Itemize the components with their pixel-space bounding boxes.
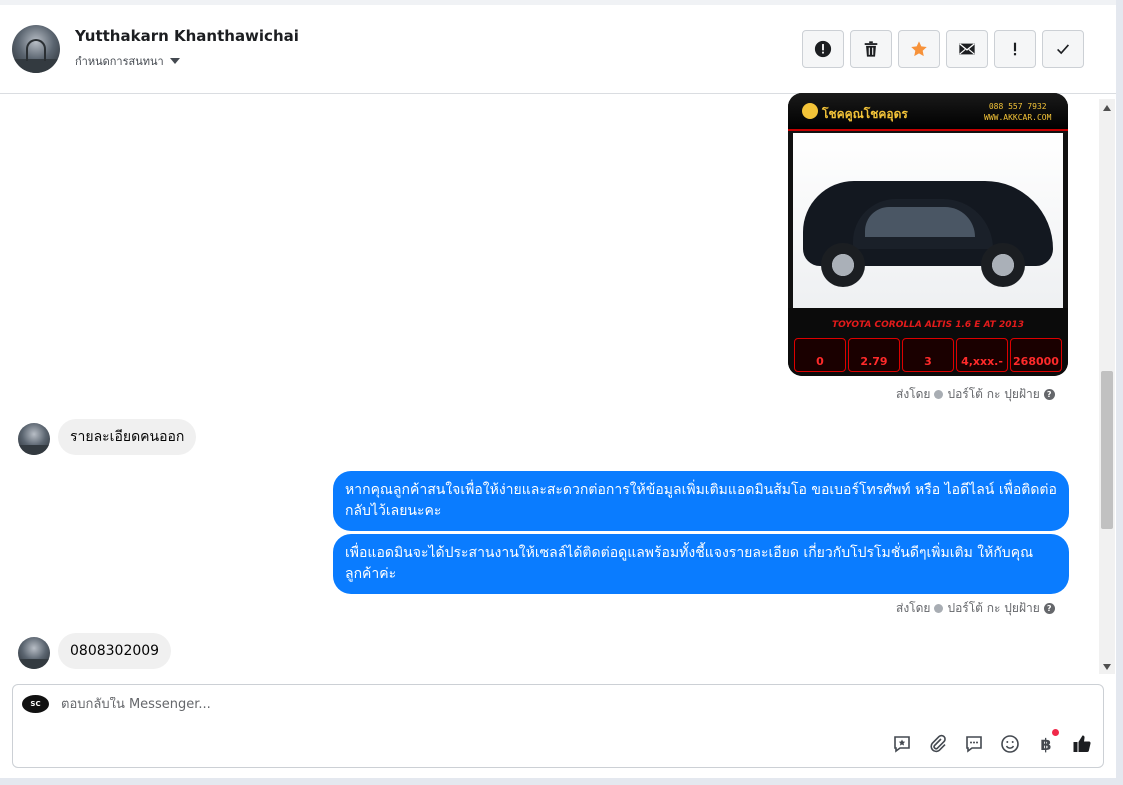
scroll-up-arrow-icon[interactable] [1103, 105, 1111, 111]
delete-button[interactable] [850, 30, 892, 68]
car-window [865, 207, 975, 237]
chat-star-icon [894, 736, 910, 753]
spec-value: 268000 [1013, 355, 1059, 368]
mark-unread-button[interactable] [946, 30, 988, 68]
verified-icon [934, 390, 944, 399]
notification-dot [1052, 729, 1059, 736]
car-ad-banner: โชคคูณโชคอุดร 088 557 7932 WWW.AKKCAR.CO… [788, 93, 1068, 131]
dealer-phone: 088 557 7932 [988, 102, 1047, 111]
spec-value: 3 [924, 355, 932, 368]
assign-label: กำหนดการสนทนา [75, 55, 164, 68]
verified-icon [934, 604, 944, 613]
car-ad-info: TOYOTA COROLLA ALTIS 1.6 E AT 2013 0 2.7… [788, 308, 1068, 376]
baht-icon: ฿ [1040, 734, 1052, 754]
scroll-down-arrow-icon[interactable] [1103, 664, 1111, 670]
sent-by-info: ส่งโดย ปอร์โต้ กะ ปุยฝ้าย ? [896, 599, 1055, 618]
contact-name[interactable]: Yutthakarn Khanthawichai [75, 27, 299, 45]
scroll-thumb[interactable] [1101, 371, 1113, 529]
thumbs-up-icon [1073, 735, 1091, 753]
spec-box: 268000 [1010, 338, 1062, 372]
done-button[interactable] [1042, 30, 1084, 68]
paperclip-icon [930, 734, 946, 753]
messages-scrollbar[interactable] [1099, 99, 1115, 674]
spec-box: 3 [902, 338, 954, 372]
composer-tools: ฿ [891, 729, 1093, 755]
sent-by-label: ส่งโดย [896, 387, 931, 401]
car-photo [793, 133, 1063, 308]
car-ad-image[interactable]: โชคคูณโชคอุดร 088 557 7932 WWW.AKKCAR.CO… [788, 93, 1068, 376]
conversation-header: Yutthakarn Khanthawichai กำหนดการสนทนา [0, 5, 1116, 94]
page-avatar: SC [22, 695, 49, 713]
spec-value: 2.79 [860, 355, 888, 368]
star-icon [911, 41, 927, 57]
sender-name[interactable]: ปอร์โต้ กะ ปุยฝ้าย [947, 385, 1039, 404]
attach-button[interactable] [927, 733, 949, 755]
contact-avatar-small[interactable] [18, 423, 50, 455]
exclamation-circle-icon [814, 40, 832, 58]
sent-by-info: ส่งโดย ปอร์โต้ กะ ปุยฝ้าย ? [896, 385, 1055, 404]
avatar-ground [18, 659, 50, 669]
outgoing-message[interactable]: เพื่อแอดมินจะได้ประสานงานให้เซลล์ได้ติดต… [333, 534, 1069, 594]
checkmark-icon [1057, 44, 1070, 55]
smiley-icon [1001, 735, 1019, 753]
follow-up-button[interactable] [994, 30, 1036, 68]
car-wheel-rear [981, 243, 1025, 287]
dealer-website: WWW.AKKCAR.COM [984, 113, 1052, 122]
spec-box: 2.79 [848, 338, 900, 372]
contact-avatar[interactable] [12, 25, 60, 73]
dealer-logo-text: โชคคูณโชคอุดร [822, 107, 908, 121]
help-icon[interactable]: ? [1043, 389, 1055, 400]
exclamation-icon [1013, 42, 1017, 56]
star-button[interactable] [898, 30, 940, 68]
reply-composer: SC ตอบกลับใน Messenger... ฿ [12, 684, 1104, 768]
avatar-arch [26, 39, 46, 61]
envelope-icon [959, 43, 975, 55]
chat-dots-icon [966, 736, 982, 753]
incoming-message[interactable]: รายละเอียดคนออก [58, 419, 197, 455]
spam-button[interactable] [802, 30, 844, 68]
header-actions [802, 30, 1084, 68]
help-icon[interactable]: ? [1043, 603, 1055, 614]
quick-reply-button[interactable] [963, 733, 985, 755]
spec-box: 0 [794, 338, 846, 372]
emoji-button[interactable] [999, 733, 1021, 755]
spec-value: 4,xxx.- [961, 355, 1003, 368]
spec-box: 4,xxx.- [956, 338, 1008, 372]
reply-input[interactable] [61, 697, 961, 712]
avatar-ground [18, 445, 50, 455]
conversation-panel: Yutthakarn Khanthawichai กำหนดการสนทนา โ… [0, 0, 1116, 778]
incoming-message[interactable]: 0808302009 [58, 633, 172, 669]
assign-conversation-dropdown[interactable]: กำหนดการสนทนา [75, 52, 180, 70]
contact-avatar-small[interactable] [18, 637, 50, 669]
dealer-contact: 088 557 7932 WWW.AKKCAR.COM [984, 101, 1051, 123]
outgoing-message[interactable]: หากคุณลูกค้าสนใจเพื่อให้ง่ายและสะดวกต่อก… [333, 471, 1069, 531]
like-button[interactable] [1071, 733, 1093, 755]
dealer-logo-icon [802, 103, 818, 119]
sender-name[interactable]: ปอร์โต้ กะ ปุยฝ้าย [947, 599, 1039, 618]
caret-down-icon [169, 58, 180, 64]
payment-button[interactable]: ฿ [1035, 729, 1059, 755]
car-specs: 0 2.79 3 4,xxx.- 268000 [794, 338, 1062, 372]
car-wheel-front [821, 243, 865, 287]
trash-icon [864, 41, 878, 57]
spec-value: 0 [816, 355, 824, 368]
avatar-ground [12, 59, 60, 73]
car-model: TOYOTA COROLLA ALTIS 1.6 E AT 2013 [831, 320, 1025, 330]
saved-reply-button[interactable] [891, 733, 913, 755]
sent-by-label: ส่งโดย [896, 601, 931, 615]
